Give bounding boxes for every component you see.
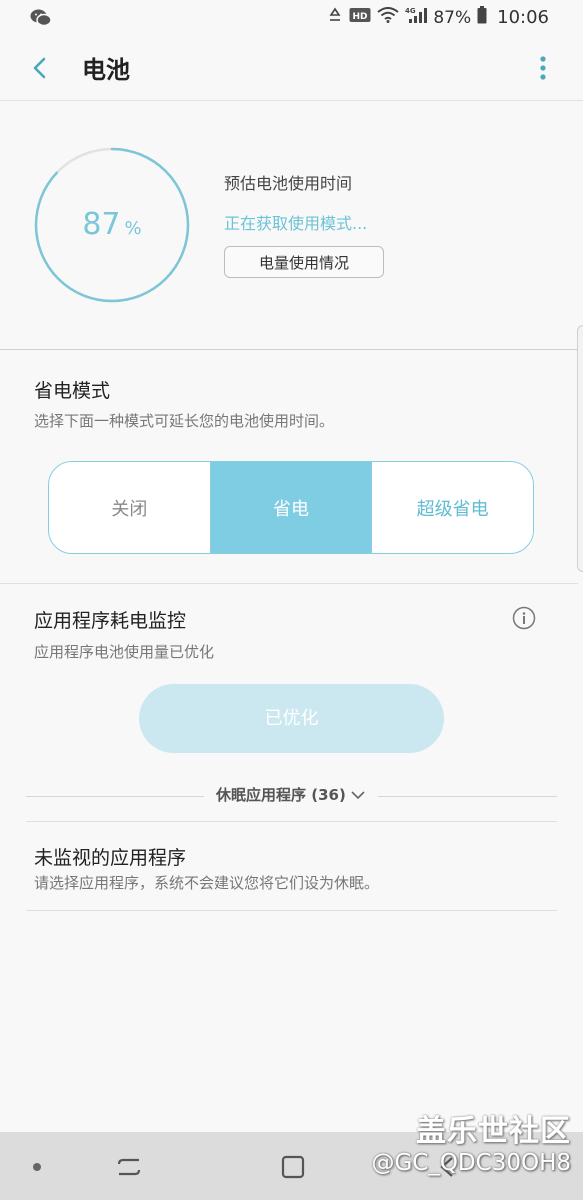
sleeping-apps-label[interactable]: 休眠应用程序 (36) [216, 784, 346, 805]
4g-signal-icon: 4G [405, 6, 428, 29]
section-divider [0, 349, 578, 350]
recycle-icon [327, 7, 343, 28]
battery-level-unit: % [124, 218, 142, 239]
wifi-icon [377, 7, 399, 28]
app-monitor-description: 应用程序电池使用量已优化 [34, 643, 215, 661]
battery-percent: 87% [433, 7, 472, 28]
edge-panel-handle[interactable] [577, 325, 583, 572]
power-saving-title: 省电模式 [34, 380, 111, 402]
status-bar: HD 4G 87% 10:06 [0, 0, 583, 36]
page-title: 电池 [82, 56, 130, 84]
battery-level-value: 87 [82, 207, 121, 242]
watermark-handle: @GC_QDC30OH8 [371, 1150, 571, 1176]
hd-icon: HD [349, 7, 371, 28]
mode-ultra-power-saving-button[interactable]: 超级省电 [371, 462, 533, 553]
power-mode-selector: 关闭 省电 超级省电 [48, 461, 534, 554]
hd-label: HD [353, 12, 368, 22]
recent-apps-icon[interactable] [116, 1154, 142, 1180]
home-icon[interactable] [280, 1154, 306, 1180]
dot-icon[interactable] [33, 1163, 41, 1171]
sleeping-apps-row[interactable]: 休眠应用程序 (36) [26, 784, 557, 808]
back-arrow-icon[interactable] [26, 52, 56, 84]
mode-power-saving-button[interactable]: 省电 [210, 462, 372, 553]
clock: 10:06 [497, 7, 549, 28]
optimized-button[interactable]: 已优化 [139, 684, 444, 753]
more-vertical-icon[interactable] [533, 52, 553, 84]
battery-usage-button[interactable]: 电量使用情况 [224, 246, 384, 278]
unmonitored-apps-title[interactable]: 未监视的应用程序 [34, 843, 186, 870]
battery-icon [477, 6, 487, 29]
estimate-status: 正在获取使用模式... [224, 214, 368, 233]
app-header: 电池 [0, 36, 583, 101]
info-icon[interactable] [512, 606, 536, 630]
network-label: 4G [405, 7, 416, 15]
section-divider [0, 583, 578, 584]
watermark-title: 盖乐世社区 [416, 1114, 571, 1149]
power-saving-description: 选择下面一种模式可延长您的电池使用时间。 [34, 412, 335, 430]
list-divider [26, 821, 557, 822]
app-monitor-title: 应用程序耗电监控 [34, 610, 187, 632]
chevron-down-icon[interactable] [350, 787, 366, 803]
sleeping-apps-line-right [378, 796, 557, 797]
estimate-label: 预估电池使用时间 [224, 174, 353, 193]
list-divider [26, 910, 557, 911]
unmonitored-apps-description: 请选择应用程序，系统不会建议您将它们设为休眠。 [34, 874, 380, 892]
mode-off-button[interactable]: 关闭 [49, 462, 211, 553]
battery-level-readout: 87% [34, 207, 190, 242]
wechat-icon [30, 8, 52, 32]
sleeping-apps-line-left [26, 796, 204, 797]
